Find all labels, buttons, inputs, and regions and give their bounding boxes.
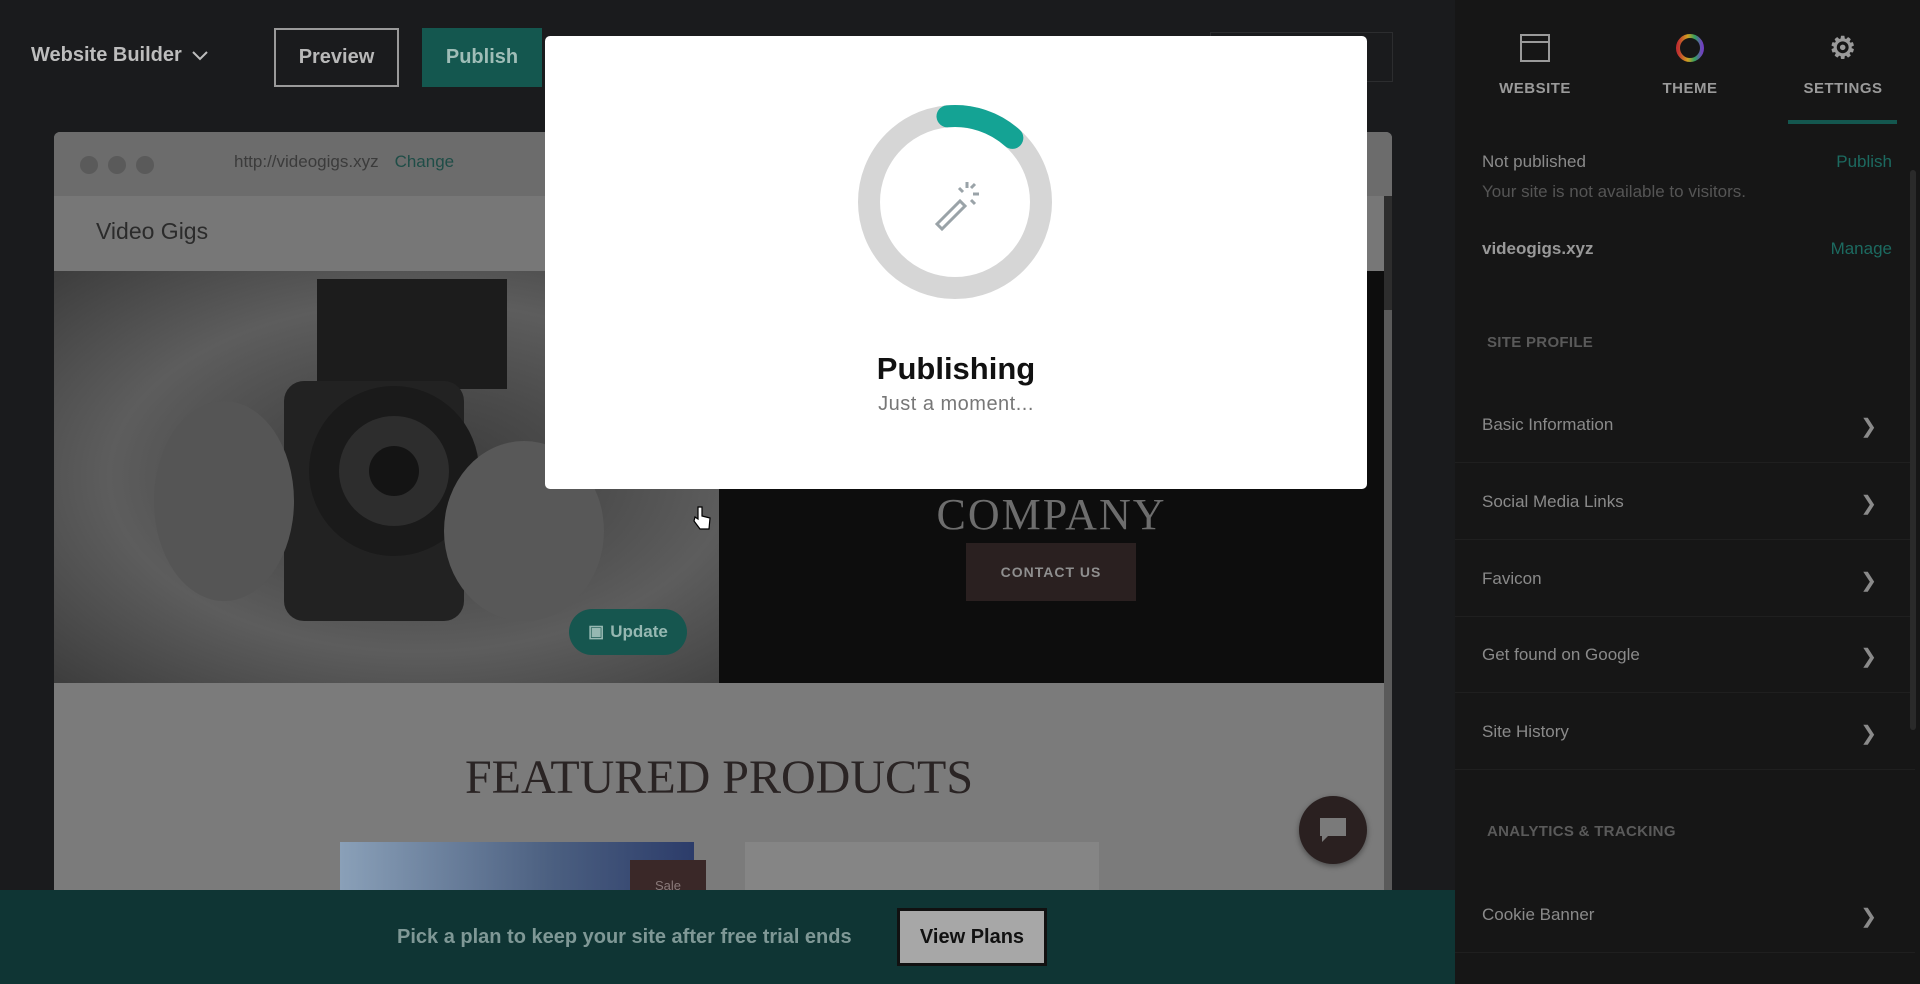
modal-title: Publishing [876,351,1036,386]
tab-settings[interactable]: ⚙ SETTINGS [1768,30,1918,98]
settings-item-site-history[interactable]: Site History ❯ [1455,694,1915,770]
settings-item-get-found-on-google[interactable]: Get found on Google ❯ [1455,617,1915,693]
app-switcher[interactable]: Website Builder [31,44,208,67]
banner-text: Pick a plan to keep your site after free… [397,926,852,948]
chat-bubble-icon [1320,818,1346,842]
sale-badge: Sale [630,860,706,892]
section-site-profile: SITE PROFILE [1487,334,1594,351]
window-dot-icon [80,156,98,174]
update-image-button[interactable]: ▣ Update [569,609,687,655]
publishing-modal: Publishing Just a moment... [545,36,1367,489]
tab-theme[interactable]: THEME [1615,30,1765,97]
window-dot-icon [136,156,154,174]
preview-scrollbar-thumb[interactable] [1384,196,1392,310]
gear-icon: ⚙ [1829,31,1857,65]
settings-item-cookie-banner[interactable]: Cookie Banner ❯ [1455,877,1915,953]
chevron-right-icon: ❯ [1860,570,1877,592]
hand-cursor-icon [693,506,711,530]
settings-item-social-media-links[interactable]: Social Media Links ❯ [1455,464,1915,540]
domain-name: videogigs.xyz [1482,239,1594,258]
site-name: Video Gigs [96,218,209,244]
tab-website[interactable]: WEBSITE [1460,30,1610,97]
update-label: Update [610,622,668,641]
product-card[interactable]: Sale [340,842,706,892]
chevron-right-icon: ❯ [1860,906,1877,928]
publish-status: Not published [1482,152,1586,171]
tab-label: WEBSITE [1499,80,1571,97]
preview-button[interactable]: Preview [274,28,399,87]
view-plans-button[interactable]: View Plans [897,908,1047,966]
tab-label: THEME [1662,80,1718,97]
hero-heading: COMPANY [936,490,1167,539]
window-dot-icon [108,156,126,174]
settings-panel: WEBSITE THEME ⚙ SETTINGS Not published P… [1455,0,1920,984]
panel-scrollbar[interactable] [1910,170,1916,730]
manage-domain-link[interactable]: Manage [1831,239,1892,259]
change-domain-link[interactable]: Change [395,152,455,180]
browser-window-icon [1520,34,1550,62]
chevron-right-icon: ❯ [1860,493,1877,515]
trial-banner: Pick a plan to keep your site after free… [0,890,1455,984]
publish-status-desc: Your site is not available to visitors. [1482,182,1746,201]
section-analytics: ANALYTICS & TRACKING [1487,823,1676,840]
featured-title: FEATURED PRODUCTS [464,751,974,804]
chevron-right-icon: ❯ [1860,646,1877,668]
color-wheel-icon [1676,34,1704,62]
chevron-right-icon: ❯ [1860,723,1877,745]
contact-us-button[interactable]: CONTACT US [966,543,1136,601]
brand-label: Website Builder [31,44,182,66]
tab-label: SETTINGS [1803,80,1883,97]
settings-item-favicon[interactable]: Favicon ❯ [1455,541,1915,617]
modal-subtitle: Just a moment... [878,393,1034,415]
settings-item-basic-information[interactable]: Basic Information ❯ [1455,387,1915,463]
chevron-right-icon: ❯ [1860,416,1877,438]
chevron-down-icon [192,50,208,60]
panel-publish-link[interactable]: Publish [1836,152,1892,172]
product-card[interactable] [745,842,1099,892]
active-tab-indicator [1788,120,1897,124]
progress-spinner [858,105,1052,299]
site-url: http://videogigs.xyz [234,152,379,171]
camera-icon: ▣ [588,622,605,641]
chat-button[interactable] [1299,796,1367,864]
publish-button[interactable]: Publish [422,28,542,87]
magic-wand-icon [934,182,979,232]
